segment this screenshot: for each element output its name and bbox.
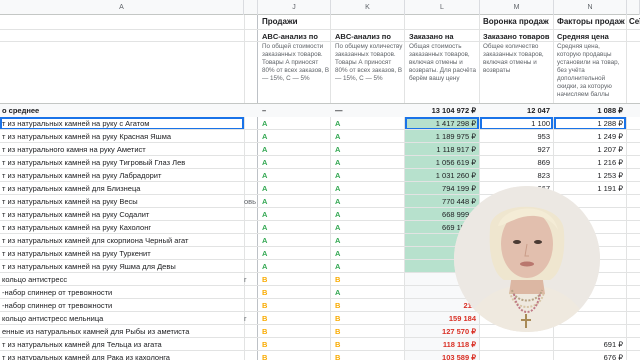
summary-abc-sum[interactable]: –	[258, 104, 330, 117]
column-header-bar: A J K L M N	[0, 0, 640, 15]
abc-sum-cell[interactable]: B	[258, 351, 330, 360]
description-avg-price: Средняя цена, которую продавцы установил…	[557, 43, 620, 98]
description-ordered-sum: Общая стоимость заказанных товаров, вклю…	[409, 43, 476, 82]
product-name-cell[interactable]: т из натуральных камней для Рака из кахо…	[0, 351, 244, 360]
summary-abc-qty[interactable]: —	[331, 104, 404, 117]
spreadsheet: A J K L M N Продажи Воронка продаж Факто…	[0, 0, 640, 360]
summary-ordered-qty[interactable]: 12 047	[480, 104, 553, 117]
summary-avg-price[interactable]: 1 088 ₽	[554, 104, 626, 117]
group-overflow: Сеї	[629, 17, 640, 26]
ordered-qty-cell[interactable]	[480, 351, 553, 360]
abc-qty-cell[interactable]: B	[331, 351, 404, 360]
presenter-image	[454, 186, 600, 332]
description-abc-qty: По общему количеству заказанных товаров.…	[335, 43, 403, 82]
summary-ordered-sum[interactable]: 13 104 972 ₽	[405, 104, 479, 117]
header-ordered-qty[interactable]: Заказано товаров	[483, 32, 553, 41]
grid-line	[0, 29, 640, 30]
summary-row[interactable]: о среднее – — 13 104 972 ₽ 12 047 1 088 …	[0, 104, 640, 117]
summary-label[interactable]: о среднее	[0, 104, 244, 117]
column-header-l[interactable]: L	[405, 0, 480, 15]
column-header-m[interactable]: M	[480, 0, 554, 15]
header-avg-price[interactable]: Средняя цена	[557, 32, 625, 41]
table-row[interactable]: т из натуральных камней для Рака из кахо…	[0, 351, 640, 360]
avg-price-cell[interactable]: 676 ₽	[554, 351, 626, 360]
column-header-n[interactable]: N	[554, 0, 627, 15]
webcam-overlay	[454, 186, 600, 332]
column-header-o[interactable]	[627, 0, 640, 15]
group-factors: Факторы продаж	[557, 17, 625, 26]
header-abc-qty[interactable]: ABC-анализ по	[335, 32, 403, 41]
column-header-hidden[interactable]	[244, 0, 258, 15]
header-ordered-sum[interactable]: Заказано на	[409, 32, 477, 41]
description-ordered-qty: Общее количество заказанных товаров, вкл…	[483, 43, 544, 74]
header-abc-sum[interactable]: ABC-анализ по	[262, 32, 328, 41]
group-funnel: Воронка продаж	[483, 17, 549, 26]
hidden-column-cell[interactable]	[244, 351, 257, 360]
grid-line	[0, 41, 640, 42]
column-header-j[interactable]: J	[258, 0, 331, 15]
description-abc-sum: По общей стоимости заказанных товаров. Т…	[262, 43, 330, 82]
group-sales: Продажи	[262, 17, 298, 26]
column-header-a[interactable]: A	[0, 0, 244, 15]
column-header-k[interactable]: K	[331, 0, 405, 15]
ordered-sum-cell[interactable]: 103 589 ₽	[405, 351, 479, 360]
